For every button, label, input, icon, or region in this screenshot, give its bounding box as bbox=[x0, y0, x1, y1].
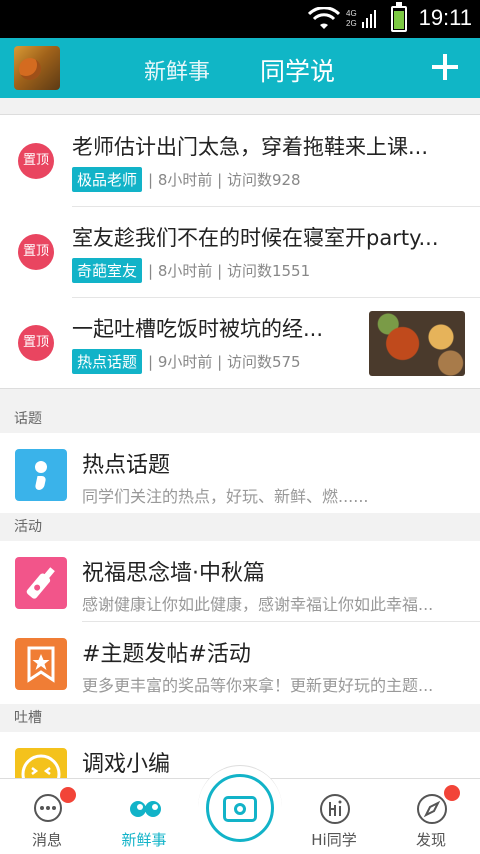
feature-desc: 感谢健康让你如此健康，感谢幸福让你如此幸福... bbox=[82, 595, 434, 614]
feature-title: 调戏小编 bbox=[82, 752, 171, 777]
nav-messages[interactable]: 消息 bbox=[2, 779, 92, 854]
network-type: 4G 2G bbox=[346, 9, 357, 28]
laughing-face-icon bbox=[15, 748, 67, 778]
hot-topic-icon bbox=[15, 449, 67, 501]
nav-label: 消息 bbox=[31, 831, 62, 849]
signal-icon bbox=[362, 10, 376, 28]
section-rants-label: 吐槽 bbox=[0, 704, 480, 732]
post-title: 室友趁我们不在的时候在寝室开party... bbox=[72, 226, 439, 250]
camera-button[interactable] bbox=[198, 765, 282, 849]
tab-classmates[interactable]: 同学说 bbox=[260, 52, 335, 88]
nav-label: 新鲜事 bbox=[121, 831, 167, 849]
list-item[interactable]: 置顶 老师估计出门太急，穿着拖鞋来上课... 极品老师 | 8小时前 | 访问数9… bbox=[0, 115, 480, 206]
list-item[interactable]: 置顶 室友趁我们不在的时候在寝室开party... 奇葩室友 | 8小时前 | 访… bbox=[0, 206, 480, 297]
tab-fresh[interactable]: 新鲜事 bbox=[144, 54, 210, 86]
list-item[interactable]: 置顶 一起吐槽吃饭时被坑的经... 热点话题 | 9小时前 | 访问数575 bbox=[0, 297, 480, 388]
bottom-nav: 消息 新鲜事 Hi同学 发现 bbox=[0, 765, 480, 854]
feature-title: #主题发帖#活动 bbox=[82, 642, 251, 667]
feature-title: 祝福思念墙·中秋篇 bbox=[82, 561, 265, 586]
pinned-badge: 置顶 bbox=[18, 325, 54, 361]
add-icon[interactable] bbox=[430, 52, 460, 82]
notification-dot bbox=[444, 785, 460, 801]
feature-wish-wall[interactable]: 祝福思念墙·中秋篇 感谢健康让你如此健康，感谢幸福让你如此幸福... bbox=[0, 541, 480, 625]
pinned-list: 置顶 老师估计出门太急，穿着拖鞋来上课... 极品老师 | 8小时前 | 访问数9… bbox=[0, 114, 480, 389]
status-bar: 4G 2G 19:11 bbox=[0, 0, 480, 38]
post-tag[interactable]: 极品老师 bbox=[72, 167, 143, 192]
post-thumbnail bbox=[369, 311, 465, 376]
post-meta: 奇葩室友 | 8小时前 | 访问数1551 bbox=[72, 258, 310, 283]
feature-hot-topics[interactable]: 热点话题 同学们关注的热点，好玩、新鲜、燃...... bbox=[0, 433, 480, 517]
bottle-icon bbox=[15, 557, 67, 609]
post-meta: 极品老师 | 8小时前 | 访问数928 bbox=[72, 167, 301, 192]
post-tag[interactable]: 奇葩室友 bbox=[72, 258, 143, 283]
notification-dot bbox=[60, 787, 76, 803]
hi-icon bbox=[320, 794, 350, 824]
nav-discover[interactable]: 发现 bbox=[386, 779, 476, 854]
feature-desc: 更多更丰富的奖品等你来拿！更新更好玩的主题... bbox=[82, 676, 434, 695]
post-meta: 热点话题 | 9小时前 | 访问数575 bbox=[72, 349, 301, 374]
battery-icon bbox=[391, 2, 407, 32]
post-title: 老师估计出门太急，穿着拖鞋来上课... bbox=[72, 135, 429, 159]
camera-icon bbox=[206, 774, 274, 842]
nav-label: Hi同学 bbox=[311, 831, 357, 849]
compass-icon bbox=[417, 794, 447, 824]
post-title: 一起吐槽吃饭时被坑的经... bbox=[72, 317, 324, 341]
clock: 19:11 bbox=[418, 5, 472, 30]
feature-title: 热点话题 bbox=[82, 453, 171, 478]
wifi-icon bbox=[308, 7, 340, 29]
nav-label: 发现 bbox=[415, 831, 446, 849]
feature-desc: 同学们关注的热点，好玩、新鲜、燃...... bbox=[82, 487, 369, 506]
bookmark-star-icon bbox=[15, 638, 67, 690]
pinned-badge: 置顶 bbox=[18, 234, 54, 270]
fresh-eyes-icon bbox=[130, 801, 161, 817]
chat-bubble-icon bbox=[34, 794, 62, 822]
section-topics-label: 话题 bbox=[0, 405, 480, 433]
post-tag[interactable]: 热点话题 bbox=[72, 349, 143, 374]
feature-theme-post[interactable]: #主题发帖#活动 更多更丰富的奖品等你来拿！更新更好玩的主题... bbox=[0, 622, 480, 706]
nav-fresh[interactable]: 新鲜事 bbox=[99, 779, 189, 854]
section-activities-label: 活动 bbox=[0, 513, 480, 541]
app-header: 新鲜事 同学说 bbox=[0, 38, 480, 98]
pinned-badge: 置顶 bbox=[18, 143, 54, 179]
user-avatar[interactable] bbox=[14, 46, 60, 90]
nav-hi-classmates[interactable]: Hi同学 bbox=[289, 779, 379, 854]
